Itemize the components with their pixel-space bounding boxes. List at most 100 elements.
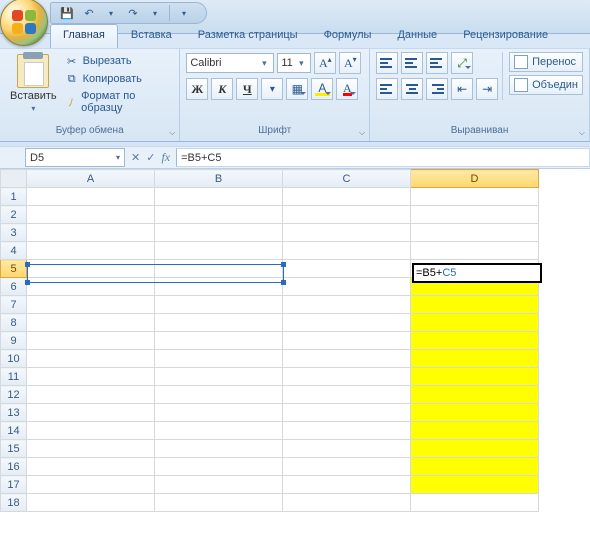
formula-input[interactable]: =B5+C5 [176,148,590,167]
align-middle-button[interactable] [401,52,423,74]
row-header-8[interactable]: 8 [1,314,27,332]
cell-B14[interactable] [155,422,283,440]
chevron-down-icon[interactable]: ▾ [31,104,35,113]
cell-C7[interactable] [283,296,411,314]
cell-B17[interactable] [155,476,283,494]
chevron-down-icon[interactable]: ▾ [261,78,283,100]
cell-B7[interactable] [155,296,283,314]
column-header-B[interactable]: B [155,170,283,188]
tab-home[interactable]: Главная [50,24,118,48]
align-top-button[interactable] [376,52,398,74]
align-bottom-button[interactable] [426,52,448,74]
range-handle[interactable] [25,280,30,285]
cell-C18[interactable] [283,494,411,512]
cell-C4[interactable] [283,242,411,260]
cell-C10[interactable] [283,350,411,368]
cell-D3[interactable] [411,224,539,242]
range-handle[interactable] [281,262,286,267]
cell-C12[interactable] [283,386,411,404]
wrap-text-button[interactable]: Перенос [509,52,583,72]
row-header-13[interactable]: 13 [1,404,27,422]
row-header-4[interactable]: 4 [1,242,27,260]
row-header-18[interactable]: 18 [1,494,27,512]
cell-B9[interactable] [155,332,283,350]
grow-font-button[interactable]: A▴ [314,52,336,74]
undo-icon[interactable]: ↶ [81,5,97,21]
cell-C2[interactable] [283,206,411,224]
cell-B8[interactable] [155,314,283,332]
cell-A13[interactable] [27,404,155,422]
cell-C6[interactable] [283,278,411,296]
cell-B13[interactable] [155,404,283,422]
font-color-button[interactable]: A [336,78,358,100]
cell-D10[interactable] [411,350,539,368]
office-button[interactable] [0,0,48,46]
cell-A15[interactable] [27,440,155,458]
cell-C3[interactable] [283,224,411,242]
cell-C17[interactable] [283,476,411,494]
cell-D1[interactable] [411,188,539,206]
fx-icon[interactable]: fx [161,150,170,165]
active-cell[interactable]: =B5+C5 [412,263,542,283]
cell-C16[interactable] [283,458,411,476]
cell-D7[interactable] [411,296,539,314]
cell-C14[interactable] [283,422,411,440]
tab-review[interactable]: Рецензирование [450,24,561,48]
column-header-A[interactable]: A [27,170,155,188]
qat-customize-icon[interactable]: ▾ [176,5,192,21]
font-size-combo[interactable]: 11 ▾ [277,53,311,73]
cell-A18[interactable] [27,494,155,512]
row-header-2[interactable]: 2 [1,206,27,224]
cell-A12[interactable] [27,386,155,404]
shrink-font-button[interactable]: A▾ [339,52,361,74]
copy-button[interactable]: ⧉ Копировать [65,72,170,86]
row-header-10[interactable]: 10 [1,350,27,368]
tab-formulas[interactable]: Формулы [311,24,385,48]
cell-D18[interactable] [411,494,539,512]
cell-A4[interactable] [27,242,155,260]
column-header-D[interactable]: D [411,170,539,188]
cell-A11[interactable] [27,368,155,386]
cell-B11[interactable] [155,368,283,386]
cell-D15[interactable] [411,440,539,458]
cell-D8[interactable] [411,314,539,332]
cell-A9[interactable] [27,332,155,350]
cell-C11[interactable] [283,368,411,386]
bold-button[interactable]: Ж [186,78,208,100]
row-header-9[interactable]: 9 [1,332,27,350]
tab-data[interactable]: Данные [384,24,450,48]
format-painter-button[interactable]: ﾉ Формат по образцу [65,90,170,114]
row-header-15[interactable]: 15 [1,440,27,458]
cell-A2[interactable] [27,206,155,224]
cell-C1[interactable] [283,188,411,206]
range-handle[interactable] [281,280,286,285]
name-box[interactable]: D5 ▾ [25,148,125,167]
cell-A10[interactable] [27,350,155,368]
chevron-down-icon[interactable]: ▾ [103,5,119,21]
underline-button[interactable]: Ч [236,78,258,100]
cell-D2[interactable] [411,206,539,224]
cell-B4[interactable] [155,242,283,260]
cell-D13[interactable] [411,404,539,422]
cell-D16[interactable] [411,458,539,476]
cell-B1[interactable] [155,188,283,206]
redo-icon[interactable]: ↷ [125,5,141,21]
row-header-16[interactable]: 16 [1,458,27,476]
fill-color-button[interactable]: A [311,78,333,100]
cell-D12[interactable] [411,386,539,404]
cell-C8[interactable] [283,314,411,332]
tab-insert[interactable]: Вставка [118,24,185,48]
cell-D17[interactable] [411,476,539,494]
cell-B3[interactable] [155,224,283,242]
row-header-6[interactable]: 6 [1,278,27,296]
cell-C9[interactable] [283,332,411,350]
cell-A1[interactable] [27,188,155,206]
spreadsheet-grid[interactable]: ABCD123456789101112131415161718 =B5+C5 [0,169,590,559]
row-header-3[interactable]: 3 [1,224,27,242]
cell-C5[interactable] [283,260,411,278]
orientation-button[interactable]: ⤢ [451,52,473,74]
cut-button[interactable]: ✂ Вырезать [65,54,170,68]
row-header-1[interactable]: 1 [1,188,27,206]
cell-B12[interactable] [155,386,283,404]
cell-A16[interactable] [27,458,155,476]
